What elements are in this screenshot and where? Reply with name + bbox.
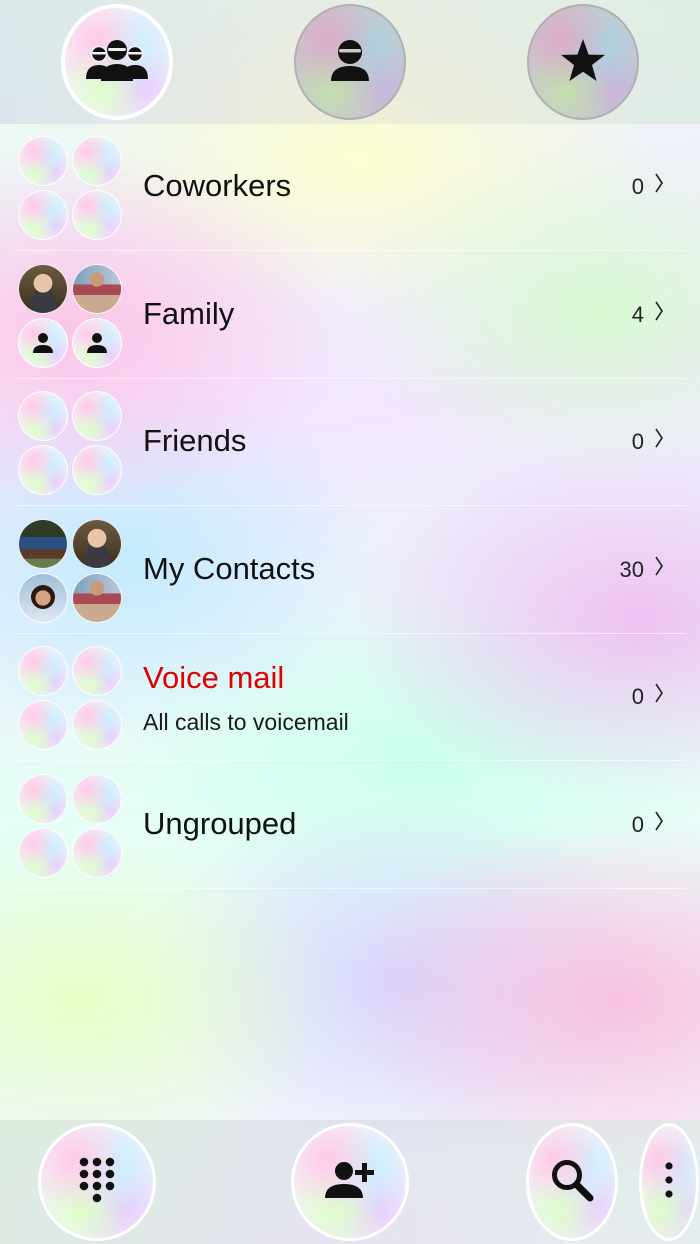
contact-photo bbox=[72, 518, 122, 569]
placeholder-avatar bbox=[72, 700, 122, 750]
placeholder-avatar bbox=[72, 190, 122, 240]
group-name: Coworkers bbox=[143, 168, 292, 203]
placeholder-avatar bbox=[18, 445, 68, 495]
group-avatar-collage bbox=[16, 262, 124, 370]
chevron-right-icon bbox=[654, 681, 664, 705]
chevron-right-icon bbox=[654, 809, 664, 833]
person-icon bbox=[72, 317, 122, 368]
contact-photo bbox=[72, 263, 122, 314]
placeholder-avatar bbox=[18, 136, 68, 186]
tab-groups[interactable] bbox=[61, 4, 173, 120]
placeholder-avatar bbox=[18, 391, 68, 441]
chevron-right-icon bbox=[654, 554, 664, 578]
top-tab-bar bbox=[0, 0, 700, 124]
search-button[interactable] bbox=[526, 1123, 618, 1241]
group-member-count: 0 bbox=[631, 429, 644, 454]
group-avatar-collage bbox=[16, 517, 124, 625]
tab-contacts[interactable] bbox=[294, 4, 406, 120]
group-member-count: 30 bbox=[619, 556, 644, 582]
tab-favorites[interactable] bbox=[527, 4, 639, 120]
group-row[interactable]: Friends 0 bbox=[0, 379, 700, 506]
more-options-button[interactable] bbox=[639, 1123, 699, 1241]
group-subtitle: All calls to voicemail bbox=[143, 709, 349, 735]
groups-icon bbox=[86, 37, 148, 88]
more-vert-icon bbox=[665, 1161, 673, 1203]
placeholder-avatar bbox=[18, 190, 68, 240]
placeholder-avatar bbox=[72, 827, 122, 878]
person-icon bbox=[18, 317, 68, 368]
placeholder-avatar bbox=[18, 700, 68, 750]
group-row[interactable]: Ungrouped 0 bbox=[0, 762, 700, 889]
placeholder-avatar bbox=[72, 136, 122, 186]
group-member-count: 4 bbox=[631, 301, 644, 327]
star-icon bbox=[560, 38, 606, 87]
placeholder-avatar bbox=[72, 646, 122, 696]
dialpad-button[interactable] bbox=[38, 1123, 156, 1241]
chevron-right-icon bbox=[654, 171, 664, 195]
group-member-count: 0 bbox=[631, 684, 644, 709]
group-member-count: 0 bbox=[631, 174, 644, 199]
group-name: Ungrouped bbox=[143, 805, 297, 841]
group-avatar-collage bbox=[16, 644, 124, 752]
search-icon bbox=[550, 1158, 594, 1207]
group-member-count: 0 bbox=[631, 811, 644, 837]
group-name: Family bbox=[143, 295, 235, 331]
group-avatar-collage bbox=[16, 389, 124, 497]
person-icon bbox=[330, 39, 370, 86]
contact-photo bbox=[72, 572, 122, 623]
group-row[interactable]: Coworkers 0 bbox=[0, 124, 700, 251]
placeholder-avatar bbox=[18, 827, 68, 878]
add-contact-button[interactable] bbox=[291, 1123, 409, 1241]
group-row[interactable]: Family 4 bbox=[0, 252, 700, 379]
row-divider bbox=[14, 887, 686, 889]
placeholder-avatar bbox=[72, 445, 122, 495]
group-name: Voice mail bbox=[143, 660, 285, 695]
group-avatar-collage bbox=[16, 772, 124, 880]
chevron-right-icon bbox=[654, 426, 664, 450]
placeholder-avatar bbox=[18, 646, 68, 696]
dialpad-icon bbox=[78, 1157, 116, 1208]
placeholder-avatar bbox=[18, 773, 68, 824]
group-name: Friends bbox=[143, 423, 247, 458]
chevron-right-icon bbox=[654, 299, 664, 323]
group-row[interactable]: My Contacts 30 bbox=[0, 507, 700, 634]
contact-photo bbox=[18, 263, 68, 314]
contact-photo bbox=[18, 572, 68, 623]
placeholder-avatar bbox=[72, 391, 122, 441]
group-name: My Contacts bbox=[143, 550, 316, 586]
placeholder-avatar bbox=[72, 773, 122, 824]
group-row[interactable]: Voice mail All calls to voicemail 0 bbox=[0, 634, 700, 761]
add-person-icon bbox=[324, 1161, 376, 1203]
group-avatar-collage bbox=[16, 134, 124, 242]
contact-photo bbox=[18, 518, 68, 569]
